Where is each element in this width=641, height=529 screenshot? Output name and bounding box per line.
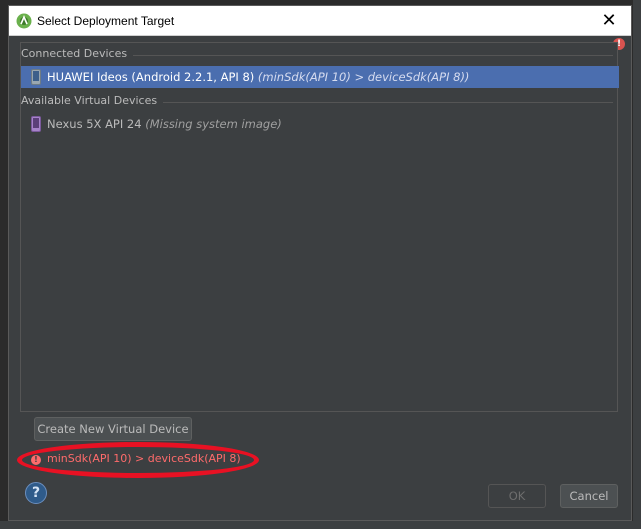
ide-background-left [0,0,8,529]
title-bar: Select Deployment Target ✕ [9,6,631,36]
phone-icon [31,69,41,85]
connected-devices-header: Connected Devices [21,47,617,63]
section-label: Connected Devices [21,47,134,60]
device-row-huawei-ideos[interactable]: HUAWEI Ideos (Android 2.2.1, API 8) (min… [21,66,619,88]
ide-background-right [633,0,641,529]
error-icon: ! [31,455,41,465]
virtual-phone-icon [31,116,41,132]
device-note: (minSdk(API 10) > deviceSdk(API 8)) [257,70,470,84]
device-label: HUAWEI Ideos (Android 2.2.1, API 8) (min… [47,66,469,88]
window-title: Select Deployment Target [37,14,175,28]
device-row-nexus-5x[interactable]: Nexus 5X API 24 (Missing system image) [21,113,619,135]
device-name: HUAWEI Ideos (Android 2.2.1, API 8) [47,70,255,84]
ide-background-bottom [0,521,641,529]
create-new-virtual-device-button[interactable]: Create New Virtual Device [34,417,192,441]
select-deployment-target-dialog: Select Deployment Target ✕ ! Connected D… [8,5,632,521]
cancel-button[interactable]: Cancel [560,484,618,508]
device-list-panel: Connected Devices HUAWEI Ideos (Android … [20,42,619,412]
close-icon: ✕ [601,10,617,31]
help-button[interactable]: ? [25,482,47,504]
error-text: minSdk(API 10) > deviceSdk(API 8) [47,452,241,465]
section-label: Available Virtual Devices [21,94,164,107]
error-message: ! minSdk(API 10) > deviceSdk(API 8) [31,451,241,467]
device-note: (Missing system image) [145,117,282,131]
ok-button[interactable]: OK [488,484,546,508]
device-label: Nexus 5X API 24 (Missing system image) [47,113,282,135]
available-virtual-devices-header: Available Virtual Devices [21,94,617,110]
device-name: Nexus 5X API 24 [47,117,142,131]
android-studio-icon [16,13,32,29]
close-button[interactable]: ✕ [587,6,631,35]
